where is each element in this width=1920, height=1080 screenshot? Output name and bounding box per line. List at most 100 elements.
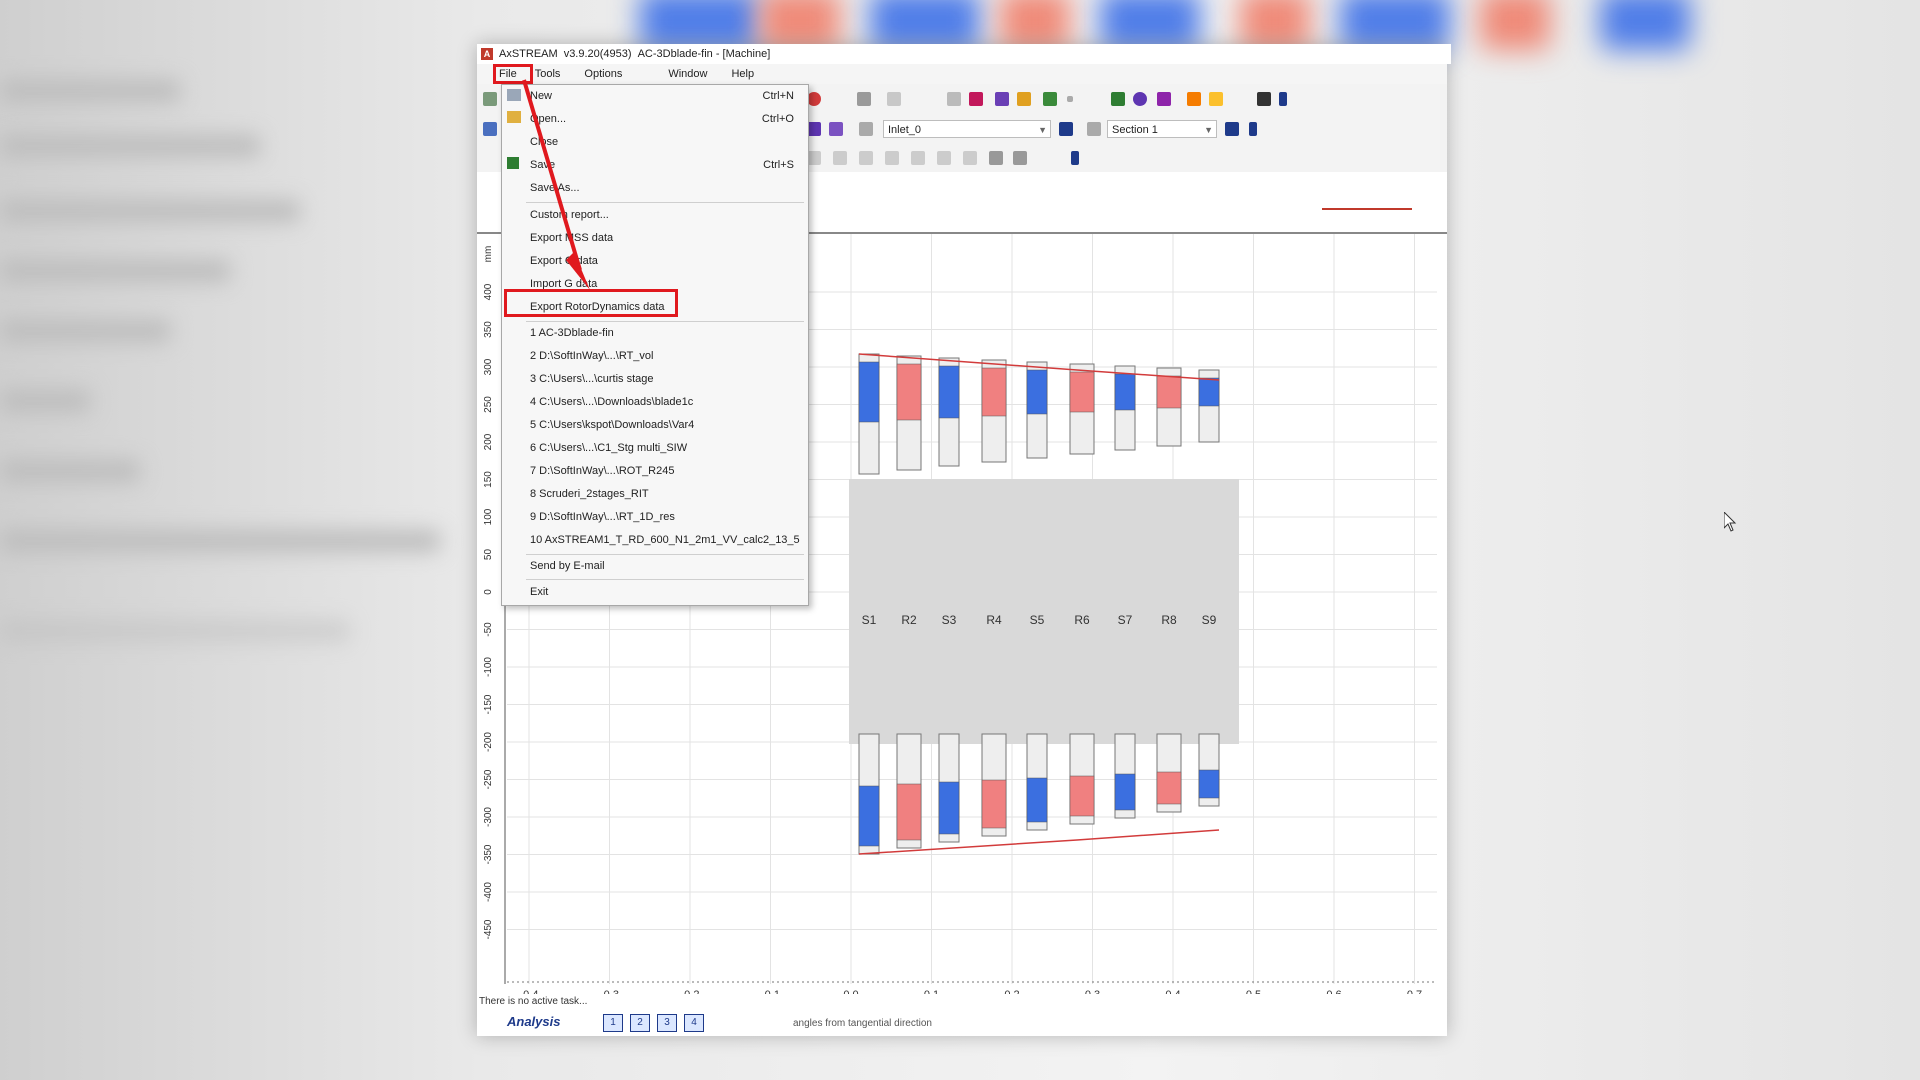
blade-lower-fill <box>1156 771 1182 805</box>
title-version: v3.9.20(4953) <box>563 48 632 60</box>
page-button-2[interactable]: 2 <box>630 1014 650 1032</box>
arrow-up-icon[interactable] <box>1225 122 1239 136</box>
dot-icon[interactable] <box>1067 96 1073 102</box>
info-icon[interactable] <box>1071 151 1079 165</box>
recent-file-9[interactable]: 9 D:\SoftInWay\...\RT_1D_res <box>502 506 808 528</box>
section-combo[interactable]: Section 1 ▼ <box>1107 120 1217 138</box>
recent-file-1[interactable]: 1 AC-3Dblade-fin <box>502 322 808 344</box>
y-tick-label: 350 <box>483 321 494 338</box>
menu-item-close[interactable]: Close <box>502 131 808 153</box>
y-tick-label: -450 <box>483 919 494 939</box>
arrow-right-icon[interactable] <box>1059 122 1073 136</box>
file-menu-highlight-box <box>493 64 533 84</box>
blade-lower-fill <box>858 785 880 847</box>
blade-lower-fill <box>1114 773 1136 811</box>
y-tick-label: 0 <box>483 589 494 595</box>
menu-options[interactable]: Options <box>572 68 634 80</box>
info-icon[interactable] <box>1249 122 1257 136</box>
table-icon[interactable] <box>1017 92 1031 106</box>
curve-icon[interactable] <box>969 92 983 106</box>
blade-upper-fill <box>1198 377 1220 407</box>
recent-file-6[interactable]: 6 C:\Users\...\C1_Stg multi_SIW <box>502 437 808 459</box>
blade-upper-fill <box>1114 373 1136 411</box>
red-shape-icon[interactable] <box>807 92 821 106</box>
menu-item-save-as[interactable]: Save As... <box>502 177 808 199</box>
inlet-combo-value: Inlet_0 <box>888 124 922 136</box>
distribute-icon[interactable] <box>989 151 1003 165</box>
axstream-app-icon: A <box>481 48 493 60</box>
menu-help[interactable]: Help <box>719 68 766 80</box>
title-document: AC-3Dblade-fin - [Machine] <box>637 48 771 60</box>
y-tick-label: 150 <box>483 471 494 488</box>
menu-item-exit[interactable]: Exit <box>502 581 808 603</box>
y-tick-label: 400 <box>483 283 494 300</box>
menu-item-export-g[interactable]: Export G data <box>502 250 808 272</box>
recent-file-2[interactable]: 2 D:\SoftInWay\...\RT_vol <box>502 345 808 367</box>
recent-file-5[interactable]: 5 C:\Users\kspot\Downloads\Var4 <box>502 414 808 436</box>
recent-file-10[interactable]: 10 AxSTREAM1_T_RD_600_N1_2m1_VV_calc2_13… <box>502 529 808 551</box>
cube-icon[interactable] <box>1043 92 1057 106</box>
menu-item-open[interactable]: Open... Ctrl+O <box>502 108 808 130</box>
menu-separator <box>526 579 804 580</box>
align-icon[interactable] <box>807 151 821 165</box>
inlet-combo[interactable]: Inlet_0 ▼ <box>883 120 1051 138</box>
recent-file-8[interactable]: 8 Scruderi_2stages_RIT <box>502 483 808 505</box>
chart-icon[interactable] <box>995 92 1009 106</box>
task-status: There is no active task... <box>479 996 588 1007</box>
align-5-icon[interactable] <box>911 151 925 165</box>
status-bar: There is no active task... Analysis 1 2 … <box>477 994 1447 1036</box>
hub-region <box>849 479 1239 744</box>
whats-this-icon[interactable] <box>1257 92 1271 106</box>
blade-upper-fill <box>1069 371 1095 413</box>
y-tick-label: -100 <box>483 657 494 677</box>
stage-label: R8 <box>1161 613 1177 627</box>
page-button-1[interactable]: 1 <box>603 1014 623 1032</box>
disabled-tool-icon[interactable] <box>887 92 901 106</box>
page-button-3[interactable]: 3 <box>657 1014 677 1032</box>
sphere-icon[interactable] <box>1133 92 1147 106</box>
blade-upper-fill <box>1156 375 1182 409</box>
wrench-icon[interactable] <box>1209 92 1223 106</box>
menu-item-new[interactable]: New Ctrl+N <box>502 85 808 107</box>
align-6-icon[interactable] <box>937 151 951 165</box>
chevron-down-icon: ▼ <box>1038 125 1047 135</box>
recent-file-4[interactable]: 4 C:\Users\...\Downloads\blade1c <box>502 391 808 413</box>
y-tick-label: -50 <box>483 622 494 637</box>
blade-lower-fill <box>1198 769 1220 799</box>
arrow-down-icon[interactable] <box>1087 122 1101 136</box>
mesh-icon[interactable] <box>857 92 871 106</box>
grid-view-2-icon[interactable] <box>829 122 843 136</box>
blade-upper-fill <box>858 361 880 423</box>
y-axis-unit: mm <box>483 246 494 263</box>
align-7-icon[interactable] <box>963 151 977 165</box>
menu-item-export-mss[interactable]: Export MSS data <box>502 227 808 249</box>
align-3-icon[interactable] <box>859 151 873 165</box>
distribute-2-icon[interactable] <box>1013 151 1027 165</box>
y-tick-label: -350 <box>483 844 494 864</box>
align-2-icon[interactable] <box>833 151 847 165</box>
grid-icon[interactable] <box>483 92 497 106</box>
menu-window[interactable]: Window <box>656 68 719 80</box>
chevron-down-icon: ▼ <box>1204 125 1213 135</box>
menu-item-custom-report[interactable]: Custom report... <box>502 204 808 226</box>
y-tick-label: 50 <box>483 549 494 561</box>
y-tick-label: 250 <box>483 396 494 413</box>
turbine-icon[interactable] <box>1157 92 1171 106</box>
menu-item-save[interactable]: Save Ctrl+S <box>502 154 808 176</box>
blade-upper-fill <box>896 363 922 421</box>
paint-icon[interactable] <box>1187 92 1201 106</box>
recent-file-3[interactable]: 3 C:\Users\...\curtis stage <box>502 368 808 390</box>
blade-upper-fill <box>981 367 1007 417</box>
view-icon[interactable] <box>483 122 497 136</box>
section-combo-value: Section 1 <box>1112 124 1158 136</box>
align-4-icon[interactable] <box>885 151 899 165</box>
link-icon[interactable] <box>947 92 961 106</box>
arrow-left-icon[interactable] <box>859 122 873 136</box>
grid-view-icon[interactable] <box>807 122 821 136</box>
recent-file-7[interactable]: 7 D:\SoftInWay\...\ROT_R245 <box>502 460 808 482</box>
menu-item-send-email[interactable]: Send by E-mail <box>502 555 808 577</box>
y-tick-label: -400 <box>483 882 494 902</box>
green-bar-icon[interactable] <box>1111 92 1125 106</box>
page-button-4[interactable]: 4 <box>684 1014 704 1032</box>
info-icon[interactable] <box>1279 92 1287 106</box>
